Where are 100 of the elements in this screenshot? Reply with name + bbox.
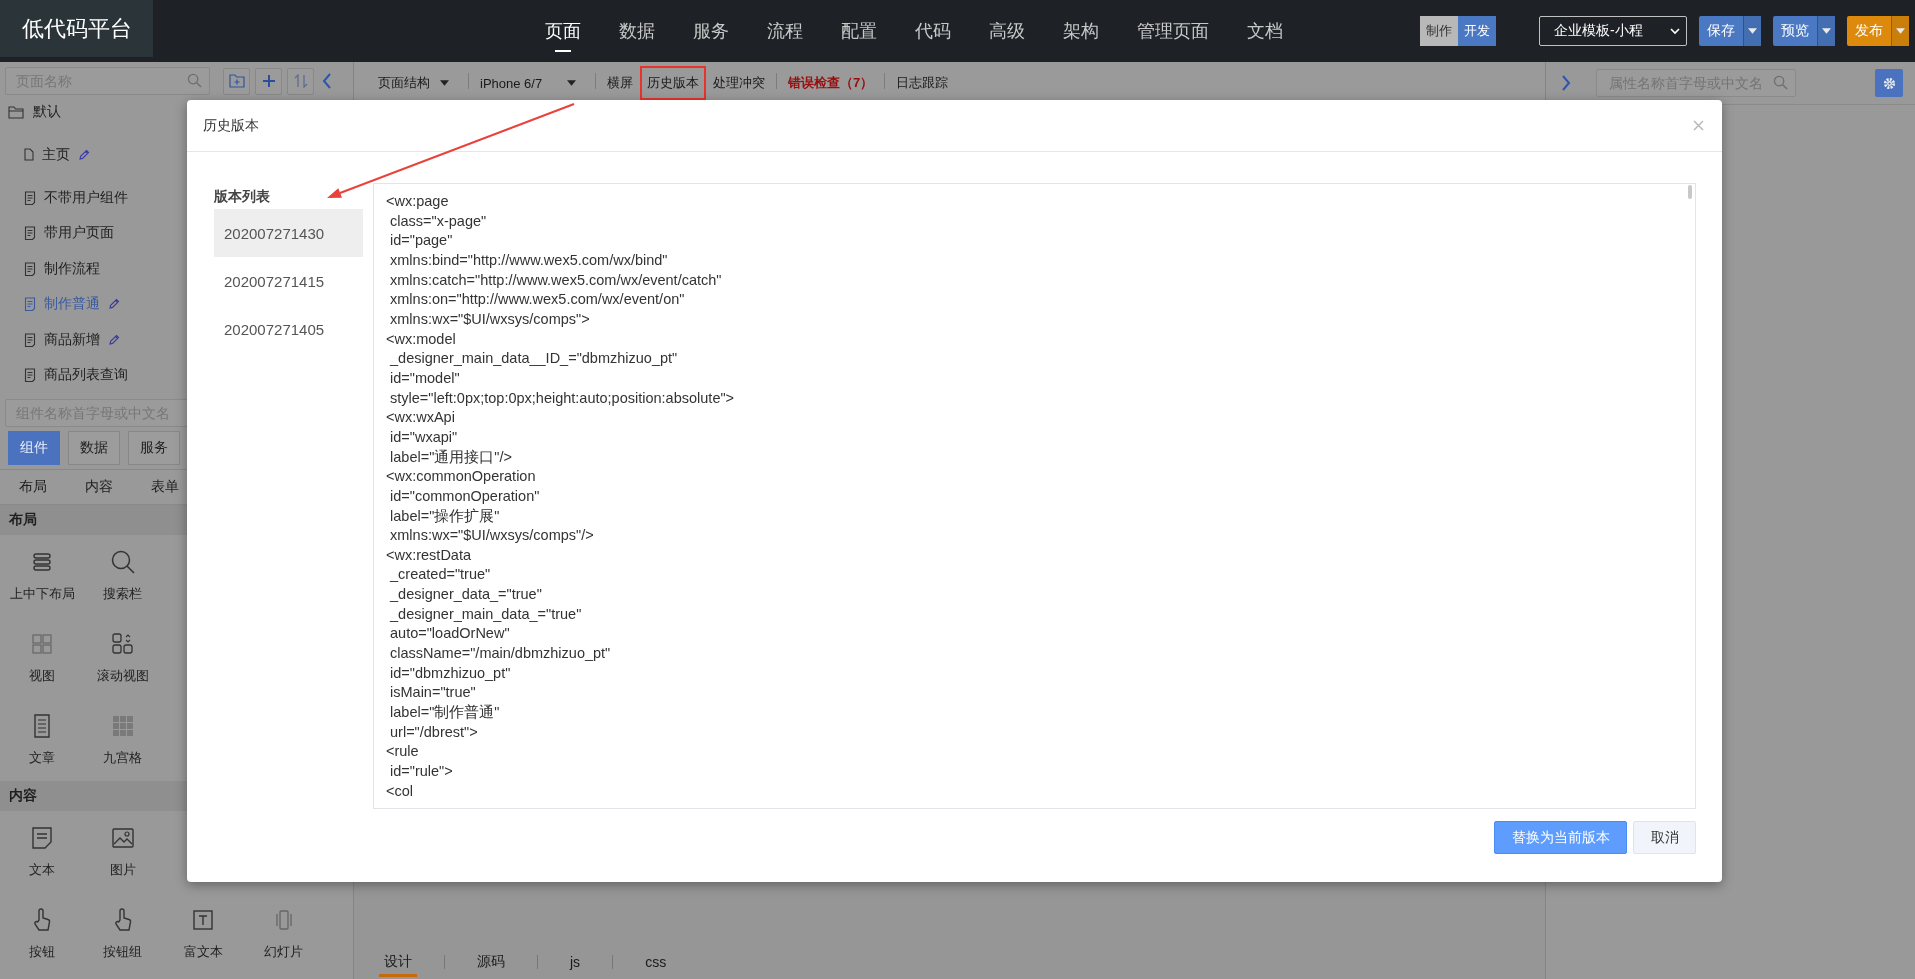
code-line: xmlns:bind="http://www.wex5.com/wx/bind"	[389, 250, 668, 270]
dialog-title: 历史版本	[203, 116, 259, 135]
code-line: _designer_data_="true"	[388, 585, 542, 605]
tree-item[interactable]: 商品新增	[44, 330, 100, 349]
tree-item[interactable]: 带用户页面	[44, 224, 114, 243]
nav-tab[interactable]: 页面	[526, 0, 600, 62]
code-line: xmlns:wx="$UI/wxsys/comps"/>	[389, 526, 594, 546]
code-line: label="操作扩展"	[389, 506, 500, 526]
search-icon	[187, 73, 202, 88]
caret-icon	[1748, 28, 1757, 34]
code-line: <wx:commonOperation	[386, 467, 536, 487]
version-item[interactable]: 202007271430	[214, 209, 363, 257]
code-line: id="rule">	[389, 762, 453, 782]
code-line: style="left:0px;top:0px;height:auto;position:absolute">	[389, 388, 735, 408]
nav-tab[interactable]: 数据	[600, 0, 674, 62]
add-button[interactable]	[255, 67, 282, 95]
code-line: _designer_main_data__ID_="dbmzhizuo_pt"	[388, 349, 678, 369]
code-line: <wx:restData	[386, 545, 472, 565]
code-line: xmlns:on="http://www.wex5.com/wx/event/on"	[389, 290, 685, 310]
nav-tab[interactable]: 流程	[748, 0, 822, 62]
mode-option[interactable]: 制作	[1420, 16, 1458, 46]
dropdown-button[interactable]	[1817, 16, 1835, 46]
category-tab[interactable]: 表单	[132, 477, 198, 496]
tree-item[interactable]: 主页	[42, 145, 70, 164]
code-line: label="制作普通"	[389, 703, 500, 723]
component-item[interactable]: 图片	[82, 810, 163, 893]
list-heading: 版本列表	[214, 187, 271, 206]
code-line: id="commonOperation"	[389, 486, 540, 506]
toolbar-button[interactable]: 横屏	[600, 66, 640, 100]
page-icon	[24, 332, 36, 347]
dropdown-button[interactable]: iPhone 6/7	[473, 66, 583, 100]
page-icon	[24, 191, 36, 206]
component-item[interactable]: 幻灯片	[243, 892, 324, 975]
component-item[interactable]: 滚动视图	[82, 616, 163, 699]
page-icon	[24, 297, 36, 312]
scrollbar-thumb[interactable]	[1688, 185, 1692, 199]
component-item[interactable]: 文本	[2, 810, 83, 893]
tree-item[interactable]: 商品列表查询	[44, 366, 128, 385]
code-line: isMain="true"	[389, 683, 476, 703]
nav-tab[interactable]: 文档	[1228, 0, 1302, 62]
code-line: xmlns:catch="http://www.wex5.com/wx/event/catch"	[389, 270, 722, 290]
code-line: url="/dbrest">	[389, 722, 478, 742]
code-line: <wx:wxApi	[386, 408, 455, 428]
close-icon[interactable]	[1693, 120, 1704, 131]
action-button[interactable]: 预览	[1773, 16, 1817, 46]
caret-icon	[1896, 28, 1905, 34]
code-line: id="dbmzhizuo_pt"	[389, 663, 511, 683]
editor-tab[interactable]: 源码	[467, 945, 515, 979]
toolbar-button[interactable]: 处理冲突	[706, 66, 772, 100]
panel-tab[interactable]: 服务	[128, 430, 180, 465]
component-item[interactable]: 按钮	[2, 892, 83, 975]
panel-tab[interactable]: 组件	[8, 430, 60, 465]
collapse-icon[interactable]	[322, 73, 332, 89]
component-item[interactable]: 富文本	[163, 892, 244, 975]
template-select[interactable]: 企业模板-小程	[1539, 16, 1687, 46]
sort-button[interactable]	[287, 67, 314, 95]
toolbar-button[interactable]: 日志跟踪	[889, 66, 956, 100]
settings-icon	[1881, 75, 1897, 91]
nav-tab[interactable]: 配置	[822, 0, 896, 62]
add-folder-button[interactable]	[223, 67, 250, 95]
component-item[interactable]: 文章	[2, 698, 83, 781]
toolbar-button[interactable]: 错误检查（7）	[781, 66, 881, 100]
code-line: _designer_main_data_="true"	[388, 604, 582, 624]
nav-tab[interactable]: 管理页面	[1118, 0, 1228, 62]
mode-option[interactable]: 开发	[1458, 16, 1496, 46]
tree-item[interactable]: 默认	[33, 103, 61, 121]
code-line: className="/main/dbmzhizuo_pt"	[389, 644, 611, 664]
search-icon	[1773, 75, 1788, 90]
nav-tab[interactable]: 架构	[1044, 0, 1118, 62]
editor-tab[interactable]: css	[635, 945, 677, 979]
nav-tab[interactable]: 服务	[674, 0, 748, 62]
component-item[interactable]: 九宫格	[82, 698, 163, 781]
dropdown-button[interactable]	[1743, 16, 1761, 46]
code-line: auto="loadOrNew"	[389, 624, 510, 644]
action-button[interactable]: 保存	[1699, 16, 1743, 46]
component-item[interactable]: 视图	[2, 616, 83, 699]
code-line: label="通用接口"/>	[389, 447, 512, 467]
category-tab[interactable]: 布局	[0, 477, 66, 496]
page-icon	[24, 261, 36, 276]
tree-item[interactable]: 不带用户组件	[44, 189, 128, 208]
code-line: <rule	[386, 742, 419, 762]
dropdown-button[interactable]: 页面结构	[371, 66, 456, 100]
panel-tab[interactable]: 数据	[68, 430, 120, 465]
component-item[interactable]: 搜索栏	[82, 534, 163, 617]
category-tab[interactable]: 内容	[66, 477, 132, 496]
page-icon	[24, 148, 34, 162]
cancel-button[interactable]: 取消	[1633, 821, 1696, 854]
sort-icon	[293, 74, 308, 88]
toolbar-button[interactable]: 历史版本	[640, 66, 706, 100]
editor-tab[interactable]: 设计	[374, 945, 422, 979]
component-item[interactable]: 按钮组	[82, 892, 163, 975]
editor-tab[interactable]: js	[560, 945, 591, 979]
nav-tab[interactable]: 高级	[970, 0, 1044, 62]
tree-item[interactable]: 制作流程	[44, 259, 100, 278]
settings-button[interactable]	[1875, 69, 1903, 97]
expand-icon[interactable]	[1562, 75, 1571, 91]
dropdown-button[interactable]	[1891, 16, 1909, 46]
nav-tab[interactable]: 代码	[896, 0, 970, 62]
component-item[interactable]: 上中下布局	[2, 534, 83, 617]
folder-plus-icon	[228, 74, 245, 88]
